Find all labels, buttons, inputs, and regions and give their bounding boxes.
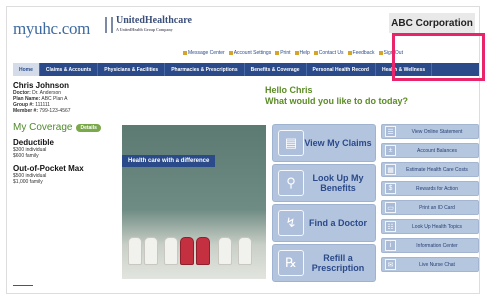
deductible-family: $600 family [13, 153, 39, 159]
help-icon [294, 50, 299, 55]
statement-icon: ☰ [385, 126, 396, 137]
shoe-image [218, 237, 232, 265]
unitedhealthcare-logo: UnitedHealthcare A UnitedHealth Group Co… [105, 15, 192, 33]
rewards-button[interactable]: $ Rewards for Action [381, 181, 479, 196]
contact-icon [313, 50, 318, 55]
oop-max-title: Out-of-Pocket Max [13, 164, 84, 173]
greeting-question: What would you like to do today? [265, 96, 408, 106]
hero-image: Health care with a difference [122, 125, 266, 279]
brand-name: UnitedHealthcare [116, 15, 192, 26]
look-up-benefits-button[interactable]: ⚲ Look Up My Benefits [272, 164, 376, 202]
tab-pharmacies-prescriptions[interactable]: Pharmacies & Prescriptions [165, 63, 245, 76]
myuhc-logo[interactable]: myuhc.com [13, 19, 90, 39]
util-help[interactable]: Help [294, 50, 310, 56]
magnifier-icon: ⚲ [278, 170, 304, 196]
calculator-icon: ▦ [385, 164, 396, 175]
greeting-hello: Hello Chris [265, 85, 313, 95]
member-name: Chris Johnson [13, 81, 70, 90]
member-id: Member #: 799-123-4567 [13, 108, 71, 114]
highlight-box [392, 33, 485, 81]
rx-icon: ℞ [278, 250, 304, 276]
tab-claims-accounts[interactable]: Claims & Accounts [40, 63, 99, 76]
estimate-costs-button[interactable]: ▦ Estimate Health Care Costs [381, 162, 479, 177]
plus-minus-icon: ± [385, 145, 396, 156]
tab-personal-health-record[interactable]: Personal Health Record [307, 63, 376, 76]
view-claims-button[interactable]: ▤ View My Claims [272, 124, 376, 162]
hero-caption: Health care with a difference [122, 155, 216, 167]
account-balances-button[interactable]: ± Account Balances [381, 143, 479, 158]
tab-home[interactable]: Home [13, 63, 40, 76]
document-icon: ▤ [278, 130, 304, 156]
util-feedback[interactable]: Feedback [347, 50, 375, 56]
health-topics-button[interactable]: ☷ Look Up Health Topics [381, 219, 479, 234]
view-online-statement-button[interactable]: ☰ View Online Statement [381, 124, 479, 139]
print-id-card-button[interactable]: ▭ Print an ID Card [381, 200, 479, 215]
uhc-mark-icon [105, 17, 113, 33]
shoe-image [238, 237, 252, 265]
oop-family: $1,000 family [13, 179, 43, 185]
brand-sub: A UnitedHealth Group Company [116, 27, 173, 32]
info-icon: i [385, 240, 396, 251]
find-doctor-button[interactable]: ↯ Find a Doctor [272, 204, 376, 242]
member-panel: Chris Johnson Doctor: Dr. Anderson Plan … [13, 81, 117, 185]
stethoscope-icon: ↯ [278, 210, 304, 236]
coverage-title: My Coverage Details [13, 122, 117, 133]
company-name: ABC Corporation [389, 13, 475, 33]
sign-out-icon [378, 50, 383, 55]
shoe-image [164, 237, 178, 265]
util-message-center[interactable]: Message Center [183, 50, 225, 56]
dollar-icon: $ [385, 183, 396, 194]
refill-prescription-button[interactable]: ℞ Refill a Prescription [272, 244, 376, 282]
tab-benefits-coverage[interactable]: Benefits & Coverage [245, 63, 307, 76]
details-button[interactable]: Details [76, 123, 101, 132]
shoe-image [144, 237, 158, 265]
deductible-title: Deductible [13, 138, 54, 147]
book-icon: ☷ [385, 221, 396, 232]
information-center-button[interactable]: i Information Center [381, 238, 479, 253]
tab-physicians-facilities[interactable]: Physicians & Facilities [98, 63, 166, 76]
chat-icon: ✉ [385, 259, 396, 270]
message-icon [183, 50, 187, 55]
settings-icon [228, 50, 233, 55]
red-shoe-image [196, 237, 210, 265]
util-print[interactable]: Print [275, 50, 291, 56]
id-card-icon: ▭ [385, 202, 396, 213]
util-account-settings[interactable]: Account Settings [228, 50, 271, 56]
footer-divider [13, 285, 33, 286]
print-icon [275, 50, 280, 55]
greeting: Hello Chris What would you like to do to… [265, 85, 475, 107]
util-contact[interactable]: Contact Us [313, 50, 344, 56]
live-nurse-chat-button[interactable]: ✉ Live Nurse Chat [381, 257, 479, 272]
shoe-image [128, 237, 142, 265]
feedback-icon [347, 50, 352, 55]
red-shoe-image [180, 237, 194, 265]
